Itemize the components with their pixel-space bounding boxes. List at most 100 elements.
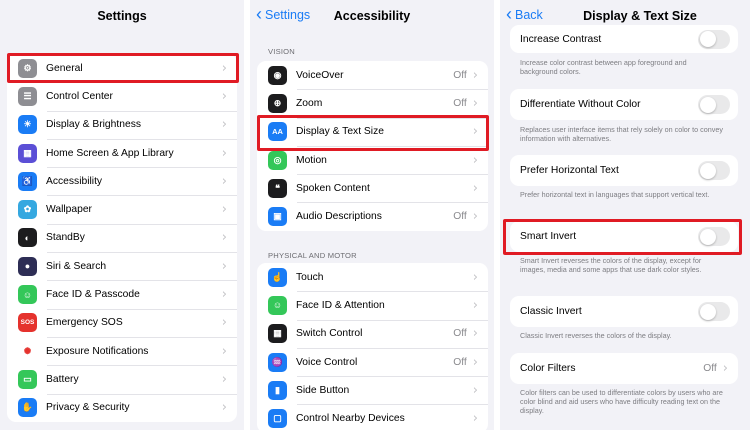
hand-icon: ✋ — [18, 398, 37, 418]
a11y-item-value: Off — [453, 356, 467, 368]
a11y-item-switch-control[interactable]: ▦ Switch Control Off › — [257, 319, 488, 348]
siri-icon: ● — [18, 256, 37, 276]
a11y-item-voice-control[interactable]: ♒ Voice Control Off › — [257, 347, 488, 376]
settings-item-label: Wallpaper — [46, 204, 92, 216]
chevron-right-icon: › — [472, 326, 478, 342]
settings-item-privacy[interactable]: ✋ Privacy & Security › — [7, 393, 237, 422]
chevron-right-icon: › — [472, 67, 478, 83]
face-attention-icon: ☺ — [268, 295, 287, 315]
classic-invert-toggle[interactable] — [698, 302, 730, 321]
a11y-item-label: Switch Control — [296, 328, 363, 340]
settings-item-label: Exposure Notifications — [46, 345, 149, 357]
differentiate-without-color-toggle[interactable] — [698, 95, 730, 114]
sos-icon: SOS — [18, 313, 37, 333]
chevron-right-icon: › — [221, 400, 227, 416]
motor-list: ☝ Touch › ☺ Face ID & Attention › ▦ Switch Co… — [257, 263, 488, 430]
section-header-physical-motor: PHYSICAL AND MOTOR — [268, 251, 357, 260]
option-label: Classic Invert — [520, 306, 582, 317]
a11y-item-control-nearby-devices[interactable]: ▢ Control Nearby Devices › — [257, 404, 488, 430]
settings-item-exposure[interactable]: ✺ Exposure Notifications › — [7, 336, 237, 365]
a11y-item-zoom[interactable]: ⊕ Zoom Off › — [257, 89, 488, 117]
a11y-item-touch[interactable]: ☝ Touch › — [257, 263, 488, 291]
chevron-left-icon: ‹ — [506, 4, 512, 24]
increase-contrast-toggle[interactable] — [698, 29, 730, 49]
a11y-item-value: Off — [453, 328, 467, 340]
settings-item-standby[interactable]: ◐ StandBy › — [7, 223, 237, 252]
option-color-filters[interactable]: Color Filters Off › — [510, 353, 738, 384]
a11y-item-value: Off — [453, 211, 467, 223]
settings-item-label: Battery — [46, 373, 79, 385]
chevron-right-icon: › — [221, 145, 227, 161]
chevron-right-icon: › — [472, 382, 478, 398]
a11y-item-label: Voice Control — [296, 356, 358, 368]
standby-icon: ◐ — [18, 228, 37, 248]
settings-item-battery[interactable]: ▭ Battery › — [7, 365, 237, 393]
a11y-item-label: Face ID & Attention — [296, 299, 385, 311]
page-title: Display & Text Size — [583, 9, 697, 23]
battery-icon: ▭ — [18, 369, 37, 389]
settings-item-label: General — [46, 62, 83, 74]
settings-item-control-center[interactable]: ☰ Control Center › — [7, 82, 237, 110]
chevron-right-icon: › — [472, 354, 478, 370]
chevron-right-icon: › — [472, 124, 478, 140]
settings-item-label: Home Screen & App Library — [46, 147, 174, 159]
a11y-item-audio-descriptions[interactable]: ▣ Audio Descriptions Off › — [257, 202, 488, 230]
a11y-item-value: Off — [453, 69, 467, 81]
settings-item-accessibility[interactable]: ♿ Accessibility › — [7, 167, 237, 195]
option-differentiate-without-color: Differentiate Without Color — [510, 89, 738, 120]
smart-invert-toggle[interactable] — [698, 227, 730, 246]
settings-item-general[interactable]: ⚙ General › — [7, 54, 237, 82]
settings-item-label: Privacy & Security — [46, 402, 130, 414]
a11y-item-label: Side Button — [296, 384, 350, 396]
settings-item-label: Accessibility — [46, 175, 103, 187]
settings-item-label: Siri & Search — [46, 260, 107, 272]
control-center-icon: ☰ — [18, 86, 37, 106]
chevron-right-icon: › — [472, 180, 478, 196]
option-description: Color filters can be used to differentia… — [520, 388, 723, 415]
chevron-right-icon: › — [221, 343, 227, 359]
option-description: Replaces user interface items that rely … — [520, 125, 723, 143]
chevron-right-icon: › — [221, 202, 227, 218]
a11y-item-display-text-size[interactable]: AA Display & Text Size › — [257, 117, 488, 146]
settings-item-siri-search[interactable]: ● Siri & Search › — [7, 252, 237, 280]
a11y-item-face-attention[interactable]: ☺ Face ID & Attention › — [257, 291, 488, 319]
face-id-icon: ☺ — [18, 285, 37, 305]
color-filters-value: Off — [703, 363, 717, 374]
page-title: Accessibility — [333, 9, 411, 23]
a11y-item-voiceover[interactable]: ◉ VoiceOver Off › — [257, 61, 488, 89]
touch-icon: ☝ — [268, 267, 287, 287]
settings-item-display-brightness[interactable]: ☀ Display & Brightness › — [7, 110, 237, 139]
a11y-item-label: Control Nearby Devices — [296, 413, 405, 425]
accessibility-icon: ♿ — [18, 171, 37, 191]
a11y-item-label: Zoom — [296, 97, 323, 109]
chevron-right-icon: › — [221, 60, 227, 76]
accessibility-panel: ‹ Settings Accessibility VISION ◉ VoiceOve… — [250, 0, 494, 430]
a11y-item-value: Off — [453, 97, 467, 109]
option-description: Increase color contrast between app fore… — [520, 58, 687, 76]
a11y-item-spoken-content[interactable]: ❝ Spoken Content › — [257, 174, 488, 202]
settings-item-label: StandBy — [46, 232, 85, 244]
option-smart-invert: Smart Invert — [510, 221, 738, 252]
option-description: Classic Invert reverses the colors of th… — [520, 331, 672, 340]
option-label: Color Filters — [520, 363, 576, 374]
a11y-item-side-button[interactable]: ▮ Side Button › — [257, 376, 488, 404]
prefer-horizontal-text-toggle[interactable] — [698, 161, 730, 180]
a11y-item-motion[interactable]: ◎ Motion › — [257, 145, 488, 174]
voiceover-icon: ◉ — [268, 65, 287, 85]
home-screen-icon: ▦ — [18, 143, 37, 163]
option-increase-contrast: Increase Contrast — [510, 25, 738, 53]
settings-item-emergency-sos[interactable]: SOS Emergency SOS › — [7, 308, 237, 337]
settings-item-home-screen[interactable]: ▦ Home Screen & App Library › — [7, 138, 237, 167]
a11y-item-label: Audio Descriptions — [296, 211, 382, 223]
settings-item-face-id[interactable]: ☺ Face ID & Passcode › — [7, 280, 237, 308]
display-text-size-panel: ‹ Back Display & Text Size Increase Contr… — [500, 0, 750, 430]
vision-list: ◉ VoiceOver Off › ⊕ Zoom Off › AA Display & Tex… — [257, 61, 488, 231]
settings-item-wallpaper[interactable]: ✿ Wallpaper › — [7, 195, 237, 223]
option-label: Increase Contrast — [520, 33, 602, 45]
option-label: Smart Invert — [520, 231, 577, 242]
chevron-right-icon: › — [472, 297, 478, 313]
settings-panel: Settings ⚙ General › ☰ Control Center › ☀ Dis… — [0, 0, 244, 430]
accessibility-navbar: ‹ Settings Accessibility — [250, 0, 494, 34]
option-classic-invert: Classic Invert — [510, 296, 738, 327]
chevron-right-icon: › — [221, 258, 227, 274]
